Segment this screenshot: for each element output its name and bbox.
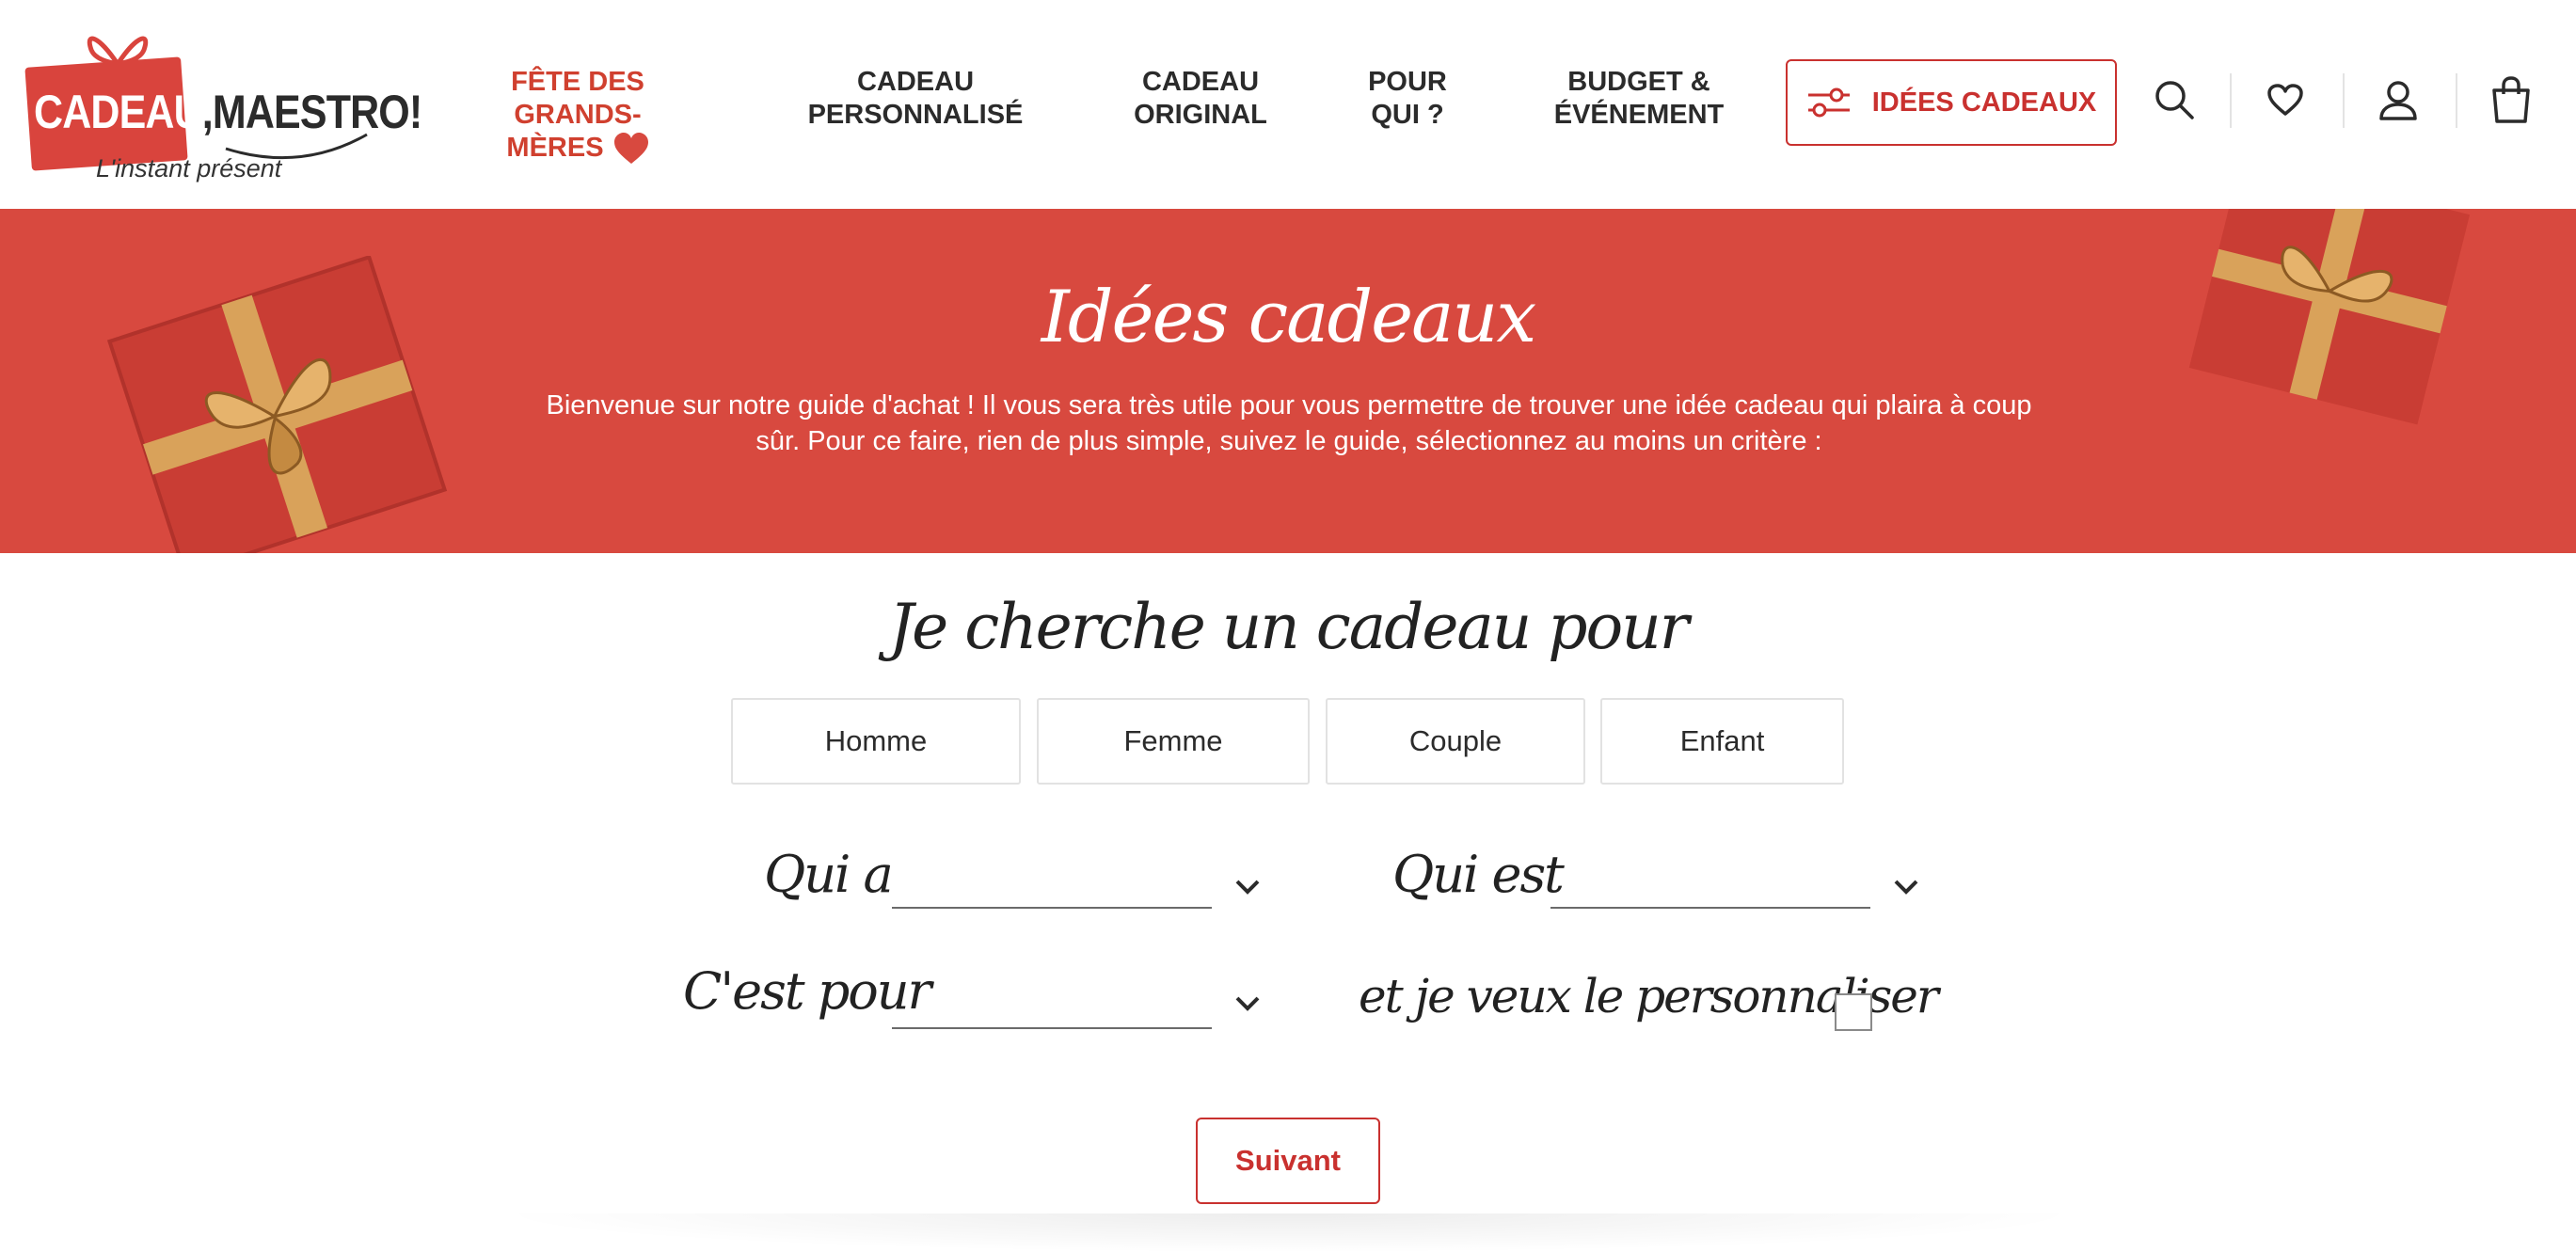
nav-item-fete-grands-meres[interactable]: FÊTE DES GRANDS- MÈRES [450, 66, 706, 165]
nav-label-line1: POUR [1368, 67, 1447, 97]
choice-homme[interactable]: Homme [731, 698, 1021, 785]
banner-title: Idées cadeaux [1041, 275, 1536, 358]
idees-cadeaux-button[interactable]: IDÉES CADEAUX [1786, 59, 2117, 146]
site-header: CADEAU,MAESTRO! L'instant présent FÊTE D… [0, 0, 2576, 209]
idees-cadeaux-label: IDÉES CADEAUX [1871, 87, 2097, 118]
select-underline [892, 907, 1212, 909]
nav-label-line1: CADEAU [856, 67, 975, 97]
account-button[interactable] [2375, 71, 2422, 128]
nav-item-cadeau-original[interactable]: CADEAU ORIGINAL [1120, 66, 1281, 132]
wishlist-button[interactable] [2262, 71, 2309, 128]
content-shadow [489, 1213, 2089, 1253]
nav-label-line2: PERSONNALISÉ [807, 100, 1024, 130]
choice-femme[interactable]: Femme [1037, 698, 1310, 785]
header-divider [2456, 73, 2457, 128]
age-select-label: Qui a [764, 845, 894, 904]
nav-label-line2: QUI ? [1371, 100, 1444, 130]
chevron-down-icon [1894, 880, 1918, 895]
search-icon [2155, 81, 2194, 119]
trait-select-label: Qui est [1392, 845, 1565, 904]
select-underline [1550, 907, 1870, 909]
banner-intro-text: Bienvenue sur notre guide d'achat ! Il v… [546, 390, 2032, 456]
next-button[interactable]: Suivant [1196, 1118, 1380, 1204]
age-select[interactable] [892, 847, 1268, 911]
occasion-select[interactable] [892, 967, 1268, 1031]
nav-label-line2: ORIGINAL [1134, 100, 1267, 130]
form-title: Je cherche un cadeau pour [888, 591, 1690, 663]
nav-label-line2: ÉVÉNEMENT [1553, 100, 1725, 130]
nav-item-budget-evenement[interactable]: BUDGET & ÉVÉNEMENT [1543, 66, 1735, 132]
filter-sliders-icon [1807, 87, 1850, 118]
trait-select[interactable] [1550, 847, 1927, 911]
search-button[interactable] [2151, 71, 2198, 128]
select-underline [892, 1027, 1212, 1029]
nav-item-pour-qui[interactable]: POUR QUI ? [1355, 66, 1460, 132]
hero-banner: Idées cadeaux Bienvenue sur notre guide … [0, 209, 2576, 553]
nav-label-line1: CADEAU [1141, 67, 1260, 97]
heart-filled-icon [613, 133, 648, 165]
choice-couple[interactable]: Couple [1326, 698, 1585, 785]
user-icon [2379, 81, 2417, 120]
header-divider [2230, 73, 2232, 128]
nav-label-line2: MÈRES [450, 132, 706, 165]
nav-item-cadeau-personnalise[interactable]: CADEAU PERSONNALISÉ [800, 66, 1031, 132]
chevron-down-icon [1235, 996, 1260, 1011]
cart-button[interactable] [2488, 71, 2535, 128]
bag-icon [2492, 76, 2530, 123]
personalize-checkbox[interactable] [1835, 993, 1872, 1031]
logo-tagline: L'instant présent [96, 154, 282, 182]
nav-label-line1: FÊTE DES GRANDS- [511, 67, 644, 130]
heart-icon [2267, 84, 2303, 116]
header-divider [2343, 73, 2345, 128]
site-logo[interactable]: CADEAU,MAESTRO! L'instant présent [24, 17, 422, 186]
chevron-down-icon [1235, 880, 1260, 895]
choice-enfant[interactable]: Enfant [1600, 698, 1844, 785]
nav-label-line1: BUDGET & [1567, 67, 1710, 97]
